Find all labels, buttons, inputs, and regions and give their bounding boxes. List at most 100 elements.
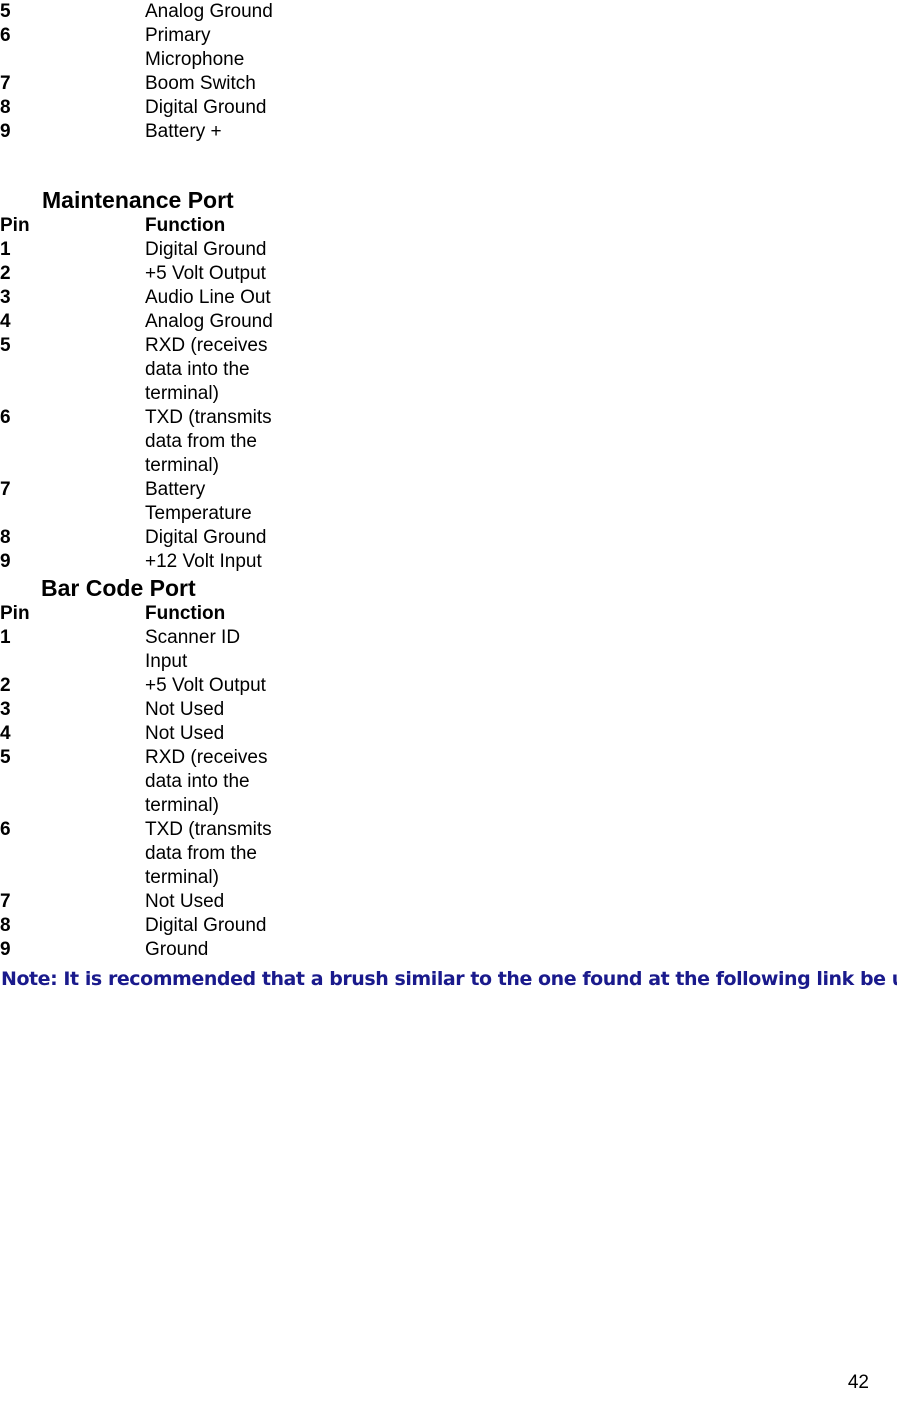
recommendation-note: Note: It is recommended that a brush sim… bbox=[1, 968, 897, 990]
pin-function: Primary Microphone bbox=[145, 24, 897, 72]
pin-number: 7 bbox=[0, 73, 11, 94]
table-row: 2 +5 Volt Output bbox=[0, 674, 897, 698]
pin-function-text: Battery Temperature bbox=[145, 479, 252, 524]
pin-function-text: TXD (transmits data from the terminal) bbox=[145, 819, 272, 888]
pin-number: 8 bbox=[0, 97, 11, 118]
pin-number: 8 bbox=[0, 527, 11, 548]
table-row: 3 Audio Line Out bbox=[0, 286, 897, 310]
pin-function: Scanner ID Input bbox=[145, 626, 897, 674]
pin-number: 4 bbox=[0, 723, 11, 744]
pin-number: 4 bbox=[0, 311, 11, 332]
pin-function-text: Boom Switch bbox=[145, 73, 256, 94]
pin-number: 6 bbox=[0, 819, 11, 840]
table-row: 7 Boom Switch bbox=[0, 72, 897, 96]
pin-function-text: RXD (receives data into the terminal) bbox=[145, 335, 268, 404]
pin-number: 7 bbox=[0, 891, 11, 912]
pin-function-text: Ground bbox=[145, 939, 209, 960]
table-row: 1 Scanner ID Input bbox=[0, 626, 897, 674]
maintenance-port-table-body: Pin Function 1 Digital Ground 2 +5 Volt … bbox=[0, 214, 897, 574]
table-row: 6 TXD (transmits data from the terminal) bbox=[0, 818, 897, 890]
pin-function-text: +12 Volt Input bbox=[145, 551, 262, 572]
table-row: 9 Battery + bbox=[0, 120, 897, 144]
pin-function-text: Digital Ground bbox=[145, 915, 267, 936]
pin-number: 2 bbox=[0, 675, 11, 696]
pin-number: 5 bbox=[0, 1, 11, 22]
table-row: 4 Not Used bbox=[0, 722, 897, 746]
column-header-function: Function bbox=[145, 602, 897, 626]
pin-function-text: Not Used bbox=[145, 891, 225, 912]
pin-number: 9 bbox=[0, 939, 11, 960]
pin-function-text: Primary Microphone bbox=[145, 25, 245, 70]
pin-function-text: Scanner ID Input bbox=[145, 627, 241, 672]
pin-function-text: Digital Ground bbox=[145, 239, 267, 260]
table-row: 7 Battery Temperature bbox=[0, 478, 897, 526]
table-row: 3 Not Used bbox=[0, 698, 897, 722]
pin-function: Not Used bbox=[145, 698, 897, 722]
table-row: 8 Digital Ground bbox=[0, 526, 897, 550]
pin-function-text: Battery + bbox=[145, 121, 222, 142]
pin-number: 1 bbox=[0, 627, 11, 648]
table-row: 7 Not Used bbox=[0, 890, 897, 914]
pin-function-text: Not Used bbox=[145, 723, 225, 744]
table-row: 6 Primary Microphone bbox=[0, 24, 897, 72]
pin-function: Battery + bbox=[145, 120, 897, 144]
pin-function: RXD (receives data into the terminal) bbox=[145, 746, 897, 818]
pin-function: Analog Ground bbox=[145, 0, 897, 24]
column-header-function-text: Function bbox=[145, 603, 226, 624]
pin-number: 6 bbox=[0, 25, 11, 46]
table-row: 9 Ground bbox=[0, 938, 897, 962]
pin-function: Analog Ground bbox=[145, 310, 897, 334]
pin-number: 6 bbox=[0, 407, 11, 428]
page-number: 42 bbox=[847, 1372, 869, 1393]
pin-number: 9 bbox=[0, 551, 11, 572]
table-header-row: Pin Function bbox=[0, 214, 897, 238]
pin-function: +12 Volt Input bbox=[145, 550, 897, 574]
pin-function: Not Used bbox=[145, 722, 897, 746]
pin-function: +5 Volt Output bbox=[145, 674, 897, 698]
pin-function: Digital Ground bbox=[145, 914, 897, 938]
pin-function-text: TXD (transmits data from the terminal) bbox=[145, 407, 272, 476]
pin-function-text: Digital Ground bbox=[145, 527, 267, 548]
table-row: 8 Digital Ground bbox=[0, 96, 897, 120]
pin-function-text: +5 Volt Output bbox=[145, 263, 266, 284]
table-row: 5 Analog Ground bbox=[0, 0, 897, 24]
pin-number: 1 bbox=[0, 239, 11, 260]
table-header-row: Pin Function bbox=[0, 602, 897, 626]
pin-number: 5 bbox=[0, 335, 11, 356]
bar-code-port-table-body: Pin Function 1 Scanner ID Input 2 +5 Vol… bbox=[0, 602, 897, 962]
table-row: 1 Digital Ground bbox=[0, 238, 897, 262]
pin-function: Audio Line Out bbox=[145, 286, 897, 310]
pin-function: TXD (transmits data from the terminal) bbox=[145, 406, 897, 478]
pin-number: 3 bbox=[0, 287, 11, 308]
table-row: 5 RXD (receives data into the terminal) bbox=[0, 334, 897, 406]
table-row: 2 +5 Volt Output bbox=[0, 262, 897, 286]
pin-number: 9 bbox=[0, 121, 11, 142]
table-row: 6 TXD (transmits data from the terminal) bbox=[0, 406, 897, 478]
pin-number: 5 bbox=[0, 747, 11, 768]
pin-function-text: Not Used bbox=[145, 699, 225, 720]
pin-number: 7 bbox=[0, 479, 11, 500]
pin-number: 3 bbox=[0, 699, 11, 720]
pin-function: RXD (receives data into the terminal) bbox=[145, 334, 897, 406]
pin-function-text: +5 Volt Output bbox=[145, 675, 266, 696]
pin-function: Digital Ground bbox=[145, 96, 897, 120]
pin-function: +5 Volt Output bbox=[145, 262, 897, 286]
table-row: 5 RXD (receives data into the terminal) bbox=[0, 746, 897, 818]
pin-function: Boom Switch bbox=[145, 72, 897, 96]
pin-function: Digital Ground bbox=[145, 238, 897, 262]
pin-number: 8 bbox=[0, 915, 11, 936]
maintenance-port-table: Pin Function 1 Digital Ground 2 +5 Volt … bbox=[0, 214, 897, 574]
column-header-function-text: Function bbox=[145, 215, 226, 236]
pin-function-text: Audio Line Out bbox=[145, 287, 271, 308]
bar-code-port-heading: Bar Code Port bbox=[41, 575, 196, 601]
pin-function: Battery Temperature bbox=[145, 478, 897, 526]
column-header-function: Function bbox=[145, 214, 897, 238]
table-row: 8 Digital Ground bbox=[0, 914, 897, 938]
pin-function-text: RXD (receives data into the terminal) bbox=[145, 747, 268, 816]
table-row: 9 +12 Volt Input bbox=[0, 550, 897, 574]
pin-function: TXD (transmits data from the terminal) bbox=[145, 818, 897, 890]
column-header-pin: Pin bbox=[0, 603, 30, 624]
pin-function-text: Analog Ground bbox=[145, 1, 273, 22]
pin-function: Not Used bbox=[145, 890, 897, 914]
